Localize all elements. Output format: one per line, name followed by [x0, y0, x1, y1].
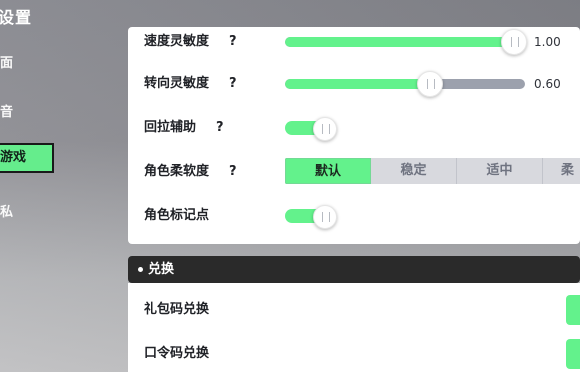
toggle-knob — [313, 205, 337, 229]
section-bullet-icon — [138, 267, 143, 272]
turn-sensitivity-value: 0.60 — [534, 77, 561, 91]
pull-assist-row: 回拉辅助 ? — [128, 113, 580, 143]
character-softness-label: 角色柔软度 — [144, 164, 210, 179]
turn-sensitivity-slider-track[interactable] — [285, 79, 525, 89]
password-code-redeem-label: 口令码兑换 — [144, 346, 210, 361]
gift-code-redeem-row: 礼包码兑换 — [128, 295, 580, 325]
turn-sensitivity-row: 转向灵敏度 ? 0.60 — [128, 69, 580, 99]
slider-grip-icon — [427, 79, 435, 89]
turn-sensitivity-label: 转向灵敏度 — [144, 76, 210, 91]
softness-option-stable[interactable]: 稳定 — [371, 158, 457, 184]
turn-sensitivity-help-icon[interactable]: ? — [229, 69, 237, 99]
character-marker-toggle[interactable] — [285, 205, 337, 229]
gift-code-redeem-label: 礼包码兑换 — [144, 302, 210, 317]
pull-assist-toggle[interactable] — [285, 117, 337, 141]
turn-sensitivity-slider-knob[interactable] — [417, 71, 443, 97]
rail-item-game[interactable]: 游戏 — [0, 143, 54, 173]
softness-option-soft[interactable]: 柔 — [543, 158, 580, 184]
pull-assist-help-icon[interactable]: ? — [216, 113, 224, 143]
character-softness-help-icon[interactable]: ? — [229, 157, 237, 187]
character-marker-label: 角色标记点 — [144, 208, 210, 223]
rail-item-audio[interactable]: 音 — [0, 101, 13, 120]
password-code-redeem-row: 口令码兑换 — [128, 339, 580, 369]
game-settings-card: 速度灵敏度 ? 1.00 转向灵敏度 ? 0.60 回拉辅助 ? 角色柔软度 ?… — [128, 27, 580, 244]
gift-code-redeem-button[interactable] — [566, 295, 580, 325]
toggle-knob — [313, 117, 337, 141]
speed-sensitivity-slider-track[interactable] — [285, 37, 525, 47]
left-rail: 设置 面 音 游戏 私 — [0, 0, 128, 372]
password-code-redeem-button[interactable] — [566, 339, 580, 369]
rail-item-display[interactable]: 面 — [0, 52, 13, 71]
rail-item-privacy[interactable]: 私 — [0, 201, 13, 220]
toggle-grip-icon — [322, 212, 330, 222]
speed-sensitivity-slider-knob[interactable] — [501, 29, 527, 55]
slider-grip-icon — [511, 37, 519, 47]
redeem-section-header: 兑换 — [128, 256, 580, 283]
settings-title: 设置 — [0, 8, 33, 27]
character-softness-row: 角色柔软度 ? 默认 稳定 适中 柔 — [128, 157, 580, 187]
pull-assist-label: 回拉辅助 — [144, 120, 197, 135]
turn-sensitivity-slider-fill — [285, 79, 429, 89]
speed-sensitivity-help-icon[interactable]: ? — [229, 27, 237, 57]
character-softness-segmented-control: 默认 稳定 适中 柔 — [285, 158, 580, 184]
speed-sensitivity-row: 速度灵敏度 ? 1.00 — [128, 27, 580, 57]
toggle-grip-icon — [322, 124, 330, 134]
redeem-section-title: 兑换 — [148, 262, 175, 277]
speed-sensitivity-label: 速度灵敏度 — [144, 34, 210, 49]
softness-option-moderate[interactable]: 适中 — [457, 158, 543, 184]
softness-option-default[interactable]: 默认 — [285, 158, 371, 184]
speed-sensitivity-value: 1.00 — [534, 35, 561, 49]
redeem-card: 礼包码兑换 口令码兑换 — [128, 283, 580, 372]
speed-sensitivity-slider-fill — [285, 37, 513, 47]
character-marker-row: 角色标记点 — [128, 201, 580, 231]
